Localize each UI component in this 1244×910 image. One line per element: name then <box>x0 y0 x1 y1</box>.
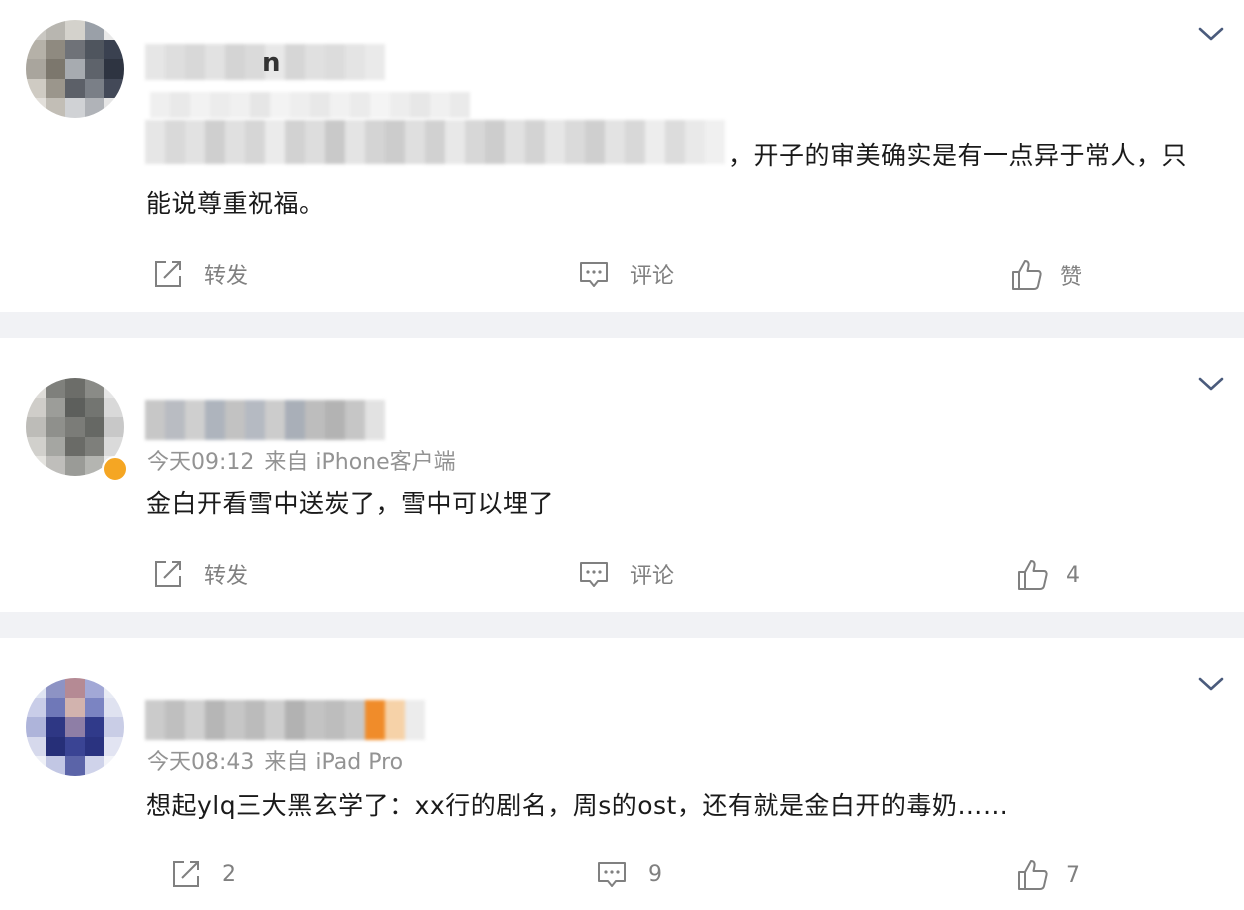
timestamp: 今天08:43 <box>147 750 255 775</box>
comment-icon <box>580 562 608 587</box>
comment-icon <box>598 862 626 887</box>
share-icon <box>155 261 181 287</box>
comment-text: 金白开看雪中送炭了，雪中可以埋了 <box>146 489 555 518</box>
repost-button[interactable]: 2 <box>170 858 236 890</box>
timestamp: 今天09:12 <box>147 450 255 475</box>
comment-meta: 今天08:43 来自 iPad Pro <box>147 744 403 776</box>
comment-label: 评论 <box>630 264 675 289</box>
repost-count: 2 <box>222 861 236 887</box>
username-visible-suffix[interactable]: n <box>262 48 281 78</box>
thumbs-up-icon <box>1018 860 1048 890</box>
comment-button[interactable]: 评论 <box>578 558 674 590</box>
comment-text: 想起ylq三大黑玄学了：xx行的剧名，周s的ost，还有就是金白开的毒奶…… <box>146 791 1009 820</box>
username-blurred[interactable] <box>145 400 385 440</box>
repost-button[interactable]: 转发 <box>152 558 248 590</box>
comment-text-line-2: 能说尊重祝福。 <box>146 189 325 218</box>
comment-button[interactable]: 9 <box>596 858 662 890</box>
comment-card: n ，开子的审美确实是有一点异于常人，只 能说尊重祝福。 转发 评论 赞 <box>0 0 1244 312</box>
like-button[interactable]: 赞 <box>1010 258 1082 292</box>
chevron-down-icon[interactable] <box>1196 672 1226 696</box>
like-button[interactable]: 7 <box>1016 858 1080 892</box>
like-button[interactable]: 4 <box>1016 558 1080 592</box>
content-blurred <box>145 120 725 164</box>
comment-text-line-1: ，开子的审美确实是有一点异于常人，只 <box>728 141 1188 170</box>
comment-card: 今天09:12 来自 iPhone客户端 金白开看雪中送炭了，雪中可以埋了 转发 … <box>0 338 1244 612</box>
avatar[interactable] <box>26 20 124 118</box>
comment-feed: n ，开子的审美确实是有一点异于常人，只 能说尊重祝福。 转发 评论 赞 今天0… <box>0 0 1244 910</box>
client-source: 来自 iPad Pro <box>264 750 404 775</box>
like-count: 4 <box>1066 562 1080 588</box>
comment-meta: 今天09:12 来自 iPhone客户端 <box>147 444 456 476</box>
comment-card: 今天08:43 来自 iPad Pro 想起ylq三大黑玄学了：xx行的剧名，周s… <box>0 638 1244 910</box>
meta-blurred <box>150 92 480 118</box>
share-icon <box>173 861 199 887</box>
repost-label: 转发 <box>204 264 249 289</box>
username-blurred[interactable] <box>145 700 425 740</box>
verified-badge-icon <box>102 456 128 482</box>
comment-button[interactable]: 评论 <box>578 258 674 290</box>
thumbs-up-icon <box>1018 560 1048 590</box>
like-count: 7 <box>1066 862 1080 888</box>
like-label: 赞 <box>1060 265 1083 290</box>
repost-label: 转发 <box>204 564 249 589</box>
share-icon <box>155 561 181 587</box>
comment-icon <box>580 262 608 287</box>
chevron-down-icon[interactable] <box>1196 372 1226 396</box>
client-source: 来自 iPhone客户端 <box>264 450 456 475</box>
comment-label: 评论 <box>630 564 675 589</box>
repost-button[interactable]: 转发 <box>152 258 248 290</box>
comment-count: 9 <box>648 861 662 887</box>
chevron-down-icon[interactable] <box>1196 22 1226 46</box>
avatar[interactable] <box>26 678 124 776</box>
thumbs-up-icon <box>1012 260 1042 290</box>
